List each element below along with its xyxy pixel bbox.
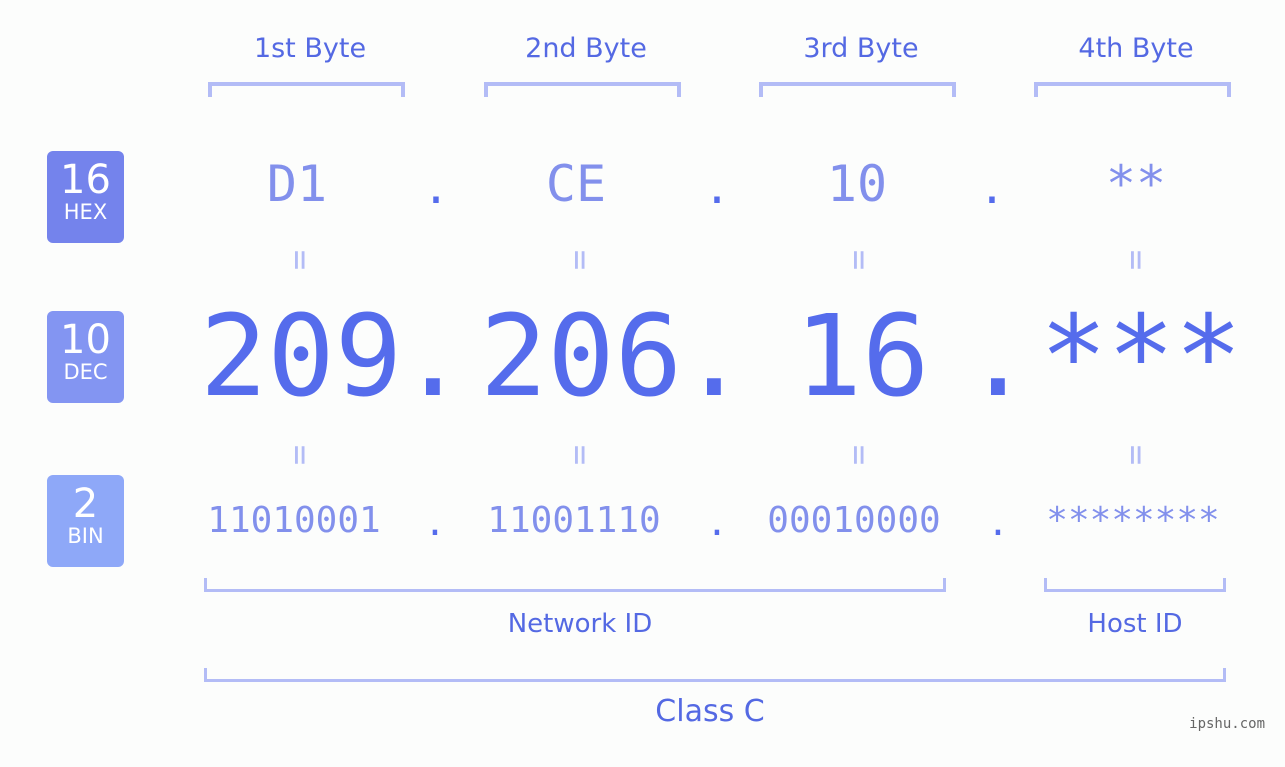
bin-dot-1: . bbox=[424, 503, 446, 544]
equals-icon: = bbox=[560, 249, 600, 271]
site-credit: ipshu.com bbox=[1189, 716, 1265, 732]
hex-byte-4: ** bbox=[1105, 155, 1167, 213]
equals-icon: = bbox=[280, 249, 320, 271]
network-id-bracket bbox=[204, 578, 946, 592]
bin-dot-3: . bbox=[987, 503, 1009, 544]
dec-byte-1: 209 bbox=[199, 292, 403, 422]
dec-dot-3: . bbox=[964, 292, 1032, 422]
equals-icon: = bbox=[280, 444, 320, 466]
dec-dot-2: . bbox=[680, 292, 748, 422]
hex-badge-label: HEX bbox=[63, 200, 108, 224]
dec-byte-4: *** bbox=[1039, 292, 1243, 422]
byte-header-3: 3rd Byte bbox=[803, 33, 919, 64]
byte-bracket-2 bbox=[484, 82, 681, 97]
bin-badge: 2 BIN bbox=[47, 475, 124, 567]
byte-header-1: 1st Byte bbox=[253, 33, 367, 64]
bin-badge-base: 2 bbox=[72, 481, 99, 527]
bin-dot-2: . bbox=[706, 503, 728, 544]
equals-icon: = bbox=[1116, 249, 1156, 271]
class-bracket bbox=[204, 668, 1226, 682]
class-label: Class C bbox=[655, 694, 765, 729]
dec-badge-base: 10 bbox=[60, 317, 111, 363]
hex-badge: 16 HEX bbox=[47, 151, 124, 243]
bin-byte-1: 11010001 bbox=[207, 500, 381, 541]
byte-bracket-1 bbox=[208, 82, 405, 97]
hex-dot-2: . bbox=[703, 163, 731, 214]
byte-header-2: 2nd Byte bbox=[525, 33, 647, 64]
host-id-label: Host ID bbox=[1087, 609, 1183, 639]
dec-badge-label: DEC bbox=[63, 360, 108, 384]
equals-icon: = bbox=[839, 249, 879, 271]
equals-icon: = bbox=[560, 444, 600, 466]
byte-header-4: 4th Byte bbox=[1078, 33, 1194, 64]
equals-icon: = bbox=[1116, 444, 1156, 466]
bin-byte-3: 00010000 bbox=[767, 500, 941, 541]
bin-badge-label: BIN bbox=[67, 524, 104, 548]
host-id-bracket bbox=[1044, 578, 1226, 592]
dec-byte-2: 206 bbox=[479, 292, 683, 422]
byte-bracket-3 bbox=[759, 82, 956, 97]
hex-byte-2: CE bbox=[545, 155, 607, 213]
dec-dot-1: . bbox=[399, 292, 467, 422]
network-id-label: Network ID bbox=[507, 609, 653, 639]
equals-icon: = bbox=[839, 444, 879, 466]
hex-byte-3: 10 bbox=[826, 155, 888, 213]
byte-bracket-4 bbox=[1034, 82, 1231, 97]
hex-dot-1: . bbox=[422, 163, 450, 214]
bin-byte-4: ******** bbox=[1046, 500, 1220, 541]
bin-byte-2: 11001110 bbox=[487, 500, 661, 541]
dec-byte-3: 16 bbox=[794, 292, 930, 422]
hex-dot-3: . bbox=[978, 163, 1006, 214]
dec-badge: 10 DEC bbox=[47, 311, 124, 403]
hex-byte-1: D1 bbox=[266, 155, 328, 213]
hex-badge-base: 16 bbox=[60, 157, 111, 203]
